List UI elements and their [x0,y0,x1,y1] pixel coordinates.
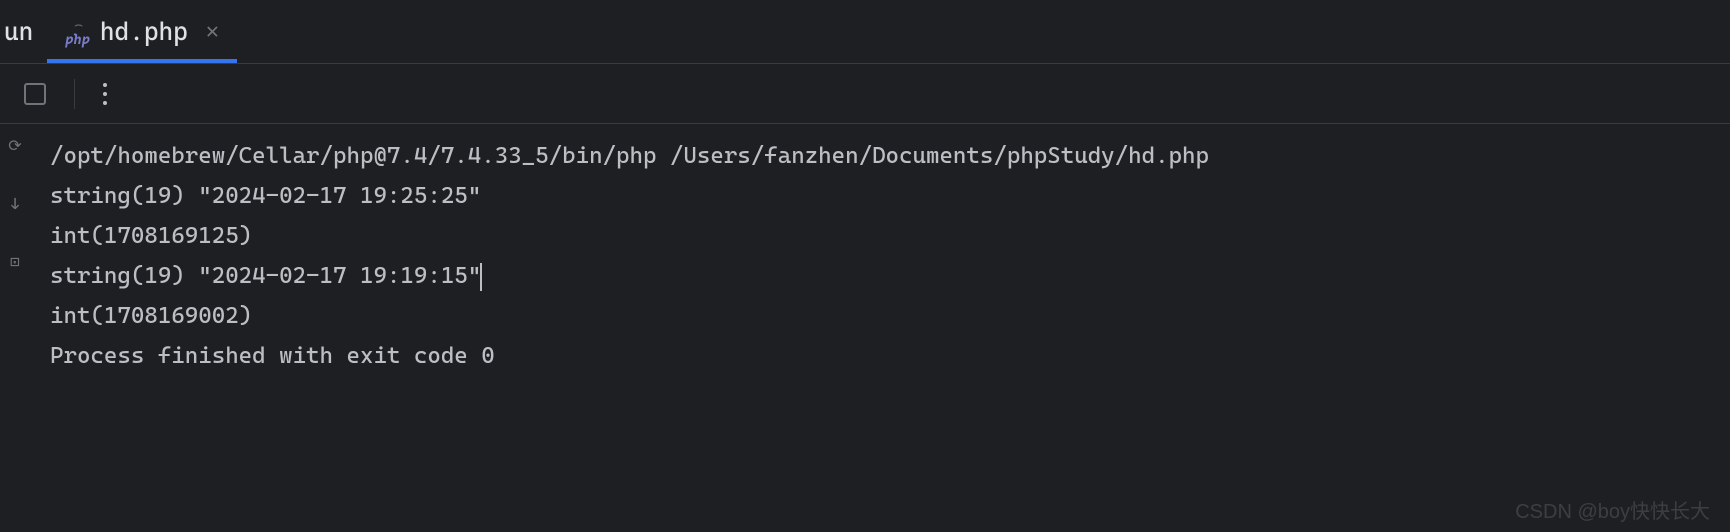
stop-icon[interactable] [24,83,46,105]
tab-bar: un ⌢ php hd.php ✕ [0,0,1730,64]
tab-label-partial: un [4,17,33,46]
gutter-icon-1[interactable]: ⟳ [6,136,24,154]
console-line: string(19) "2024-02-17 19:19:15" [50,256,1710,296]
tab-active[interactable]: ⌢ php hd.php ✕ [47,0,237,63]
console-toolbar [0,64,1730,124]
console-line: int(1708169125) [50,216,1710,256]
gutter: ⟳ ↓ ⊡ [0,124,30,532]
watermark: CSDN @boy快快长大 [1515,495,1710,524]
console-line: int(1708169002) [50,296,1710,336]
tab-filename: hd.php [100,17,188,46]
tab-partial-left[interactable]: un [0,0,47,63]
toolbar-divider [74,79,75,109]
content-area: ⟳ ↓ ⊡ /opt/homebrew/Cellar/php@7.4/7.4.3… [0,124,1730,532]
php-file-icon: ⌢ php [65,17,90,47]
more-options-icon[interactable] [103,83,107,105]
gutter-icon-2[interactable]: ↓ [6,194,24,212]
text-cursor [480,263,482,291]
console-line: /opt/homebrew/Cellar/php@7.4/7.4.33_5/bi… [50,136,1710,176]
console-line: string(19) "2024-02-17 19:25:25" [50,176,1710,216]
gutter-icon-3[interactable]: ⊡ [6,252,24,270]
console-output[interactable]: /opt/homebrew/Cellar/php@7.4/7.4.33_5/bi… [30,124,1730,532]
console-line: Process finished with exit code 0 [50,336,1710,376]
close-icon[interactable]: ✕ [206,19,219,44]
